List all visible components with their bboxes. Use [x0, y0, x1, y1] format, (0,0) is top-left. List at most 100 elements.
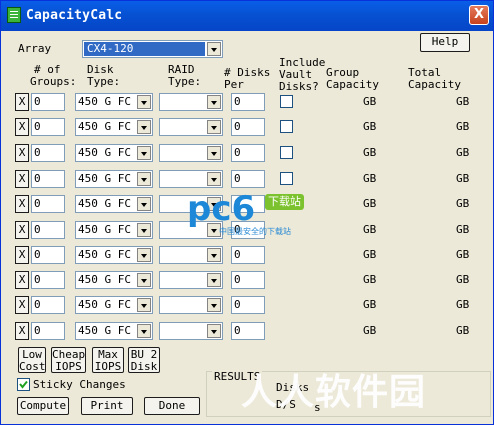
sticky-changes-checkbox[interactable] [17, 378, 30, 391]
total-capacity-value: GB [456, 223, 470, 236]
total-capacity-value: GB [456, 197, 470, 210]
chevron-down-icon[interactable] [207, 172, 221, 186]
disks-per-input[interactable]: 0 [231, 170, 265, 188]
disks-per-input[interactable]: 0 [231, 271, 265, 289]
disk-type-select[interactable]: 450 G FC [75, 118, 153, 136]
array-label: Array [18, 42, 52, 55]
raid-type-select[interactable] [159, 118, 223, 136]
disks-per-input[interactable]: 0 [231, 246, 265, 264]
disks-per-input[interactable]: 0 [231, 144, 265, 162]
compute-button[interactable]: Compute [17, 397, 69, 415]
chevron-down-icon[interactable] [207, 146, 221, 160]
chevron-down-icon[interactable] [207, 120, 221, 134]
window-title: CapacityCalc [26, 8, 123, 23]
disk-type-select[interactable]: 450 G FC [75, 144, 153, 162]
header-total-capacity-line2: Capacity [408, 78, 461, 91]
done-button[interactable]: Done [144, 397, 200, 415]
include-vault-checkbox[interactable] [280, 120, 293, 133]
groups-input[interactable]: 0 [31, 93, 65, 111]
include-vault-checkbox[interactable] [280, 146, 293, 159]
help-button[interactable]: Help [420, 33, 470, 52]
disks-per-value: 0 [234, 146, 241, 159]
close-button[interactable]: X [469, 5, 489, 25]
remove-row-button[interactable]: X [15, 296, 29, 314]
groups-input[interactable]: 0 [31, 195, 65, 213]
chevron-down-icon[interactable] [137, 146, 151, 160]
remove-row-button[interactable]: X [15, 322, 29, 340]
raid-type-select[interactable] [159, 322, 223, 340]
groups-input[interactable]: 0 [31, 296, 65, 314]
disks-per-input[interactable]: 0 [231, 296, 265, 314]
chevron-down-icon[interactable] [137, 95, 151, 109]
max-iops-button[interactable]: Max IOPS [92, 347, 124, 373]
groups-input[interactable]: 0 [31, 144, 65, 162]
remove-row-button[interactable]: X [15, 170, 29, 188]
chevron-down-icon[interactable] [137, 324, 151, 338]
remove-row-button[interactable]: X [15, 221, 29, 239]
disk-type-select[interactable]: 450 G FC [75, 246, 153, 264]
pc6-watermark: pc6 [187, 191, 255, 227]
chevron-down-icon[interactable] [137, 172, 151, 186]
chevron-down-icon[interactable] [207, 248, 221, 262]
chevron-down-icon[interactable] [207, 95, 221, 109]
chevron-down-icon[interactable] [137, 223, 151, 237]
cheap-iops-button[interactable]: Cheap IOPS [51, 347, 86, 373]
remove-row-button[interactable]: X [15, 246, 29, 264]
disk-type-select[interactable]: 450 G FC [75, 322, 153, 340]
chevron-down-icon[interactable] [207, 273, 221, 287]
raid-type-select[interactable] [159, 271, 223, 289]
disks-per-input[interactable]: 0 [231, 93, 265, 111]
disk-type-select[interactable]: 450 G FC [75, 221, 153, 239]
bu2-disk-label-line2: Disk [130, 360, 158, 373]
groups-input[interactable]: 0 [31, 170, 65, 188]
array-select[interactable]: CX4-120 [82, 40, 223, 58]
remove-row-button[interactable]: X [15, 271, 29, 289]
chevron-down-icon[interactable] [207, 324, 221, 338]
groups-input-value: 0 [34, 273, 41, 286]
print-button[interactable]: Print [81, 397, 133, 415]
disk-type-select[interactable]: 450 G FC [75, 271, 153, 289]
disk-type-select[interactable]: 450 G FC [75, 296, 153, 314]
include-vault-checkbox[interactable] [280, 95, 293, 108]
groups-input[interactable]: 0 [31, 271, 65, 289]
raid-type-select[interactable] [159, 296, 223, 314]
groups-input[interactable]: 0 [31, 246, 65, 264]
chevron-down-icon[interactable] [207, 298, 221, 312]
groups-input-value: 0 [34, 146, 41, 159]
group-capacity-value: GB [363, 273, 377, 286]
groups-input-value: 0 [34, 120, 41, 133]
disk-type-select[interactable]: 450 G FC [75, 170, 153, 188]
disks-per-input[interactable]: 0 [231, 118, 265, 136]
include-vault-checkbox[interactable] [280, 172, 293, 185]
disks-per-value: 0 [234, 273, 241, 286]
raid-type-select[interactable] [159, 93, 223, 111]
groups-input[interactable]: 0 [31, 322, 65, 340]
raid-type-select[interactable] [159, 170, 223, 188]
chevron-down-icon[interactable] [137, 197, 151, 211]
chevron-down-icon[interactable] [137, 248, 151, 262]
groups-input[interactable]: 0 [31, 221, 65, 239]
raid-type-select[interactable] [159, 144, 223, 162]
remove-row-button[interactable]: X [15, 93, 29, 111]
chevron-down-icon[interactable] [137, 273, 151, 287]
groups-input-value: 0 [34, 172, 41, 185]
disk-type-value: 450 G FC [78, 197, 131, 210]
chevron-down-icon[interactable] [137, 298, 151, 312]
group-capacity-value: GB [363, 146, 377, 159]
remove-row-button[interactable]: X [15, 118, 29, 136]
chevron-down-icon[interactable] [207, 42, 221, 56]
chevron-down-icon[interactable] [137, 120, 151, 134]
low-cost-button[interactable]: Low Cost [18, 347, 46, 373]
disk-type-select[interactable]: 450 G FC [75, 195, 153, 213]
raid-type-select[interactable] [159, 246, 223, 264]
disk-type-select[interactable]: 450 G FC [75, 93, 153, 111]
remove-row-button[interactable]: X [15, 144, 29, 162]
header-include-vault-line3: Disks? [279, 80, 319, 93]
title-bar[interactable]: CapacityCalc X [1, 1, 493, 31]
remove-row-button[interactable]: X [15, 195, 29, 213]
groups-input-value: 0 [34, 298, 41, 311]
bu2-disk-button[interactable]: BU 2 Disk [128, 347, 160, 373]
groups-input[interactable]: 0 [31, 118, 65, 136]
disk-type-value: 450 G FC [78, 172, 131, 185]
disks-per-input[interactable]: 0 [231, 322, 265, 340]
